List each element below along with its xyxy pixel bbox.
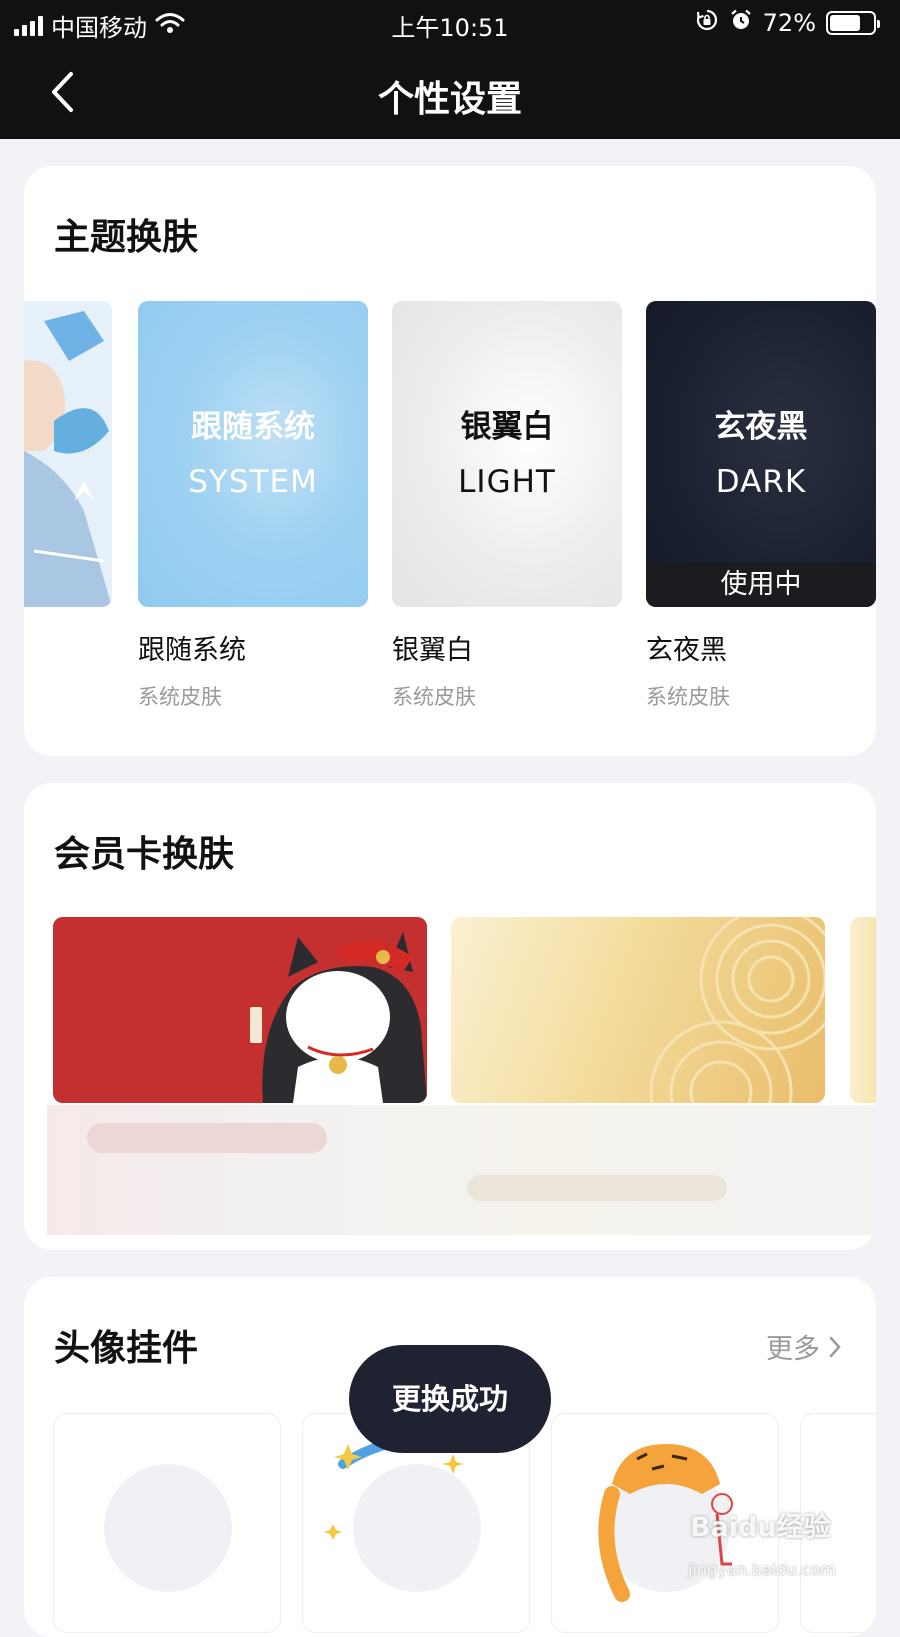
watermark-brand: Baidu经验 [690,1512,831,1543]
skin-sub-system: 系统皮肤 [138,685,222,709]
skin-sub-light: 系统皮肤 [392,685,476,709]
skin-system-title: 跟随系统 [191,409,315,445]
skin-card-system[interactable]: 跟随系统 SYSTEM [138,301,368,607]
avatar-placeholder [104,1464,232,1592]
skin-light-subtitle: LIGHT [458,464,556,500]
status-bar: 中国移动 上午10:51 72% [0,0,900,46]
skin-sub-dark: 系统皮肤 [646,685,730,709]
pendant-item-none[interactable] [53,1413,281,1633]
watermark-url: jingyan.baidu.com [688,1560,836,1579]
battery-percent: 72% [762,9,816,37]
more-link[interactable]: 更多 [766,1327,842,1366]
avatar-section-title: 头像挂件 [54,1328,199,1369]
member-card-next[interactable] [850,917,876,1103]
skin-card-light[interactable]: 银翼白 LIGHT [392,301,622,607]
skin-card-dark[interactable]: 玄夜黑 DARK 使用中 [646,301,876,607]
skin-name-system: 跟随系统 [138,635,246,666]
battery-fill [830,15,861,31]
skin-name-dark: 玄夜黑 [646,635,727,666]
avatar-pendant-section: 头像挂件 更多 [24,1277,876,1637]
alarm-icon [729,8,753,38]
more-label: 更多 [766,1334,820,1365]
member-card-red-cat[interactable] [53,917,427,1103]
cat-illustration [53,917,427,1103]
page-title: 个性设置 [377,79,522,120]
skin-card-previous[interactable] [24,301,112,607]
member-section-title: 会员卡换肤 [54,834,235,875]
toast-message: 更换成功 [349,1345,551,1453]
skin-system-subtitle: SYSTEM [188,464,318,500]
member-card-section: 会员卡换肤 [24,783,876,1250]
gold-ring-pattern [649,917,825,1103]
chevron-right-icon [829,1336,841,1357]
blurred-card-info [47,1105,876,1235]
member-card-gold[interactable] [451,917,825,1103]
theme-skin-section: 主题换肤 跟随系统 SYSTEM 银翼白 LIGHT 玄夜黑 DARK 使用中 … [24,166,876,756]
rotation-lock-icon [695,8,719,38]
in-use-badge: 使用中 [646,563,876,607]
nav-bar: 个性设置 [0,46,900,139]
skin-dark-subtitle: DARK [715,464,807,500]
skin-dark-title: 玄夜黑 [714,409,808,445]
skin-light-title: 银翼白 [460,409,554,445]
theme-section-title: 主题换肤 [54,217,199,258]
status-right: 72% [695,8,880,38]
skin-name-light: 银翼白 [392,635,473,666]
battery-icon [826,11,880,35]
